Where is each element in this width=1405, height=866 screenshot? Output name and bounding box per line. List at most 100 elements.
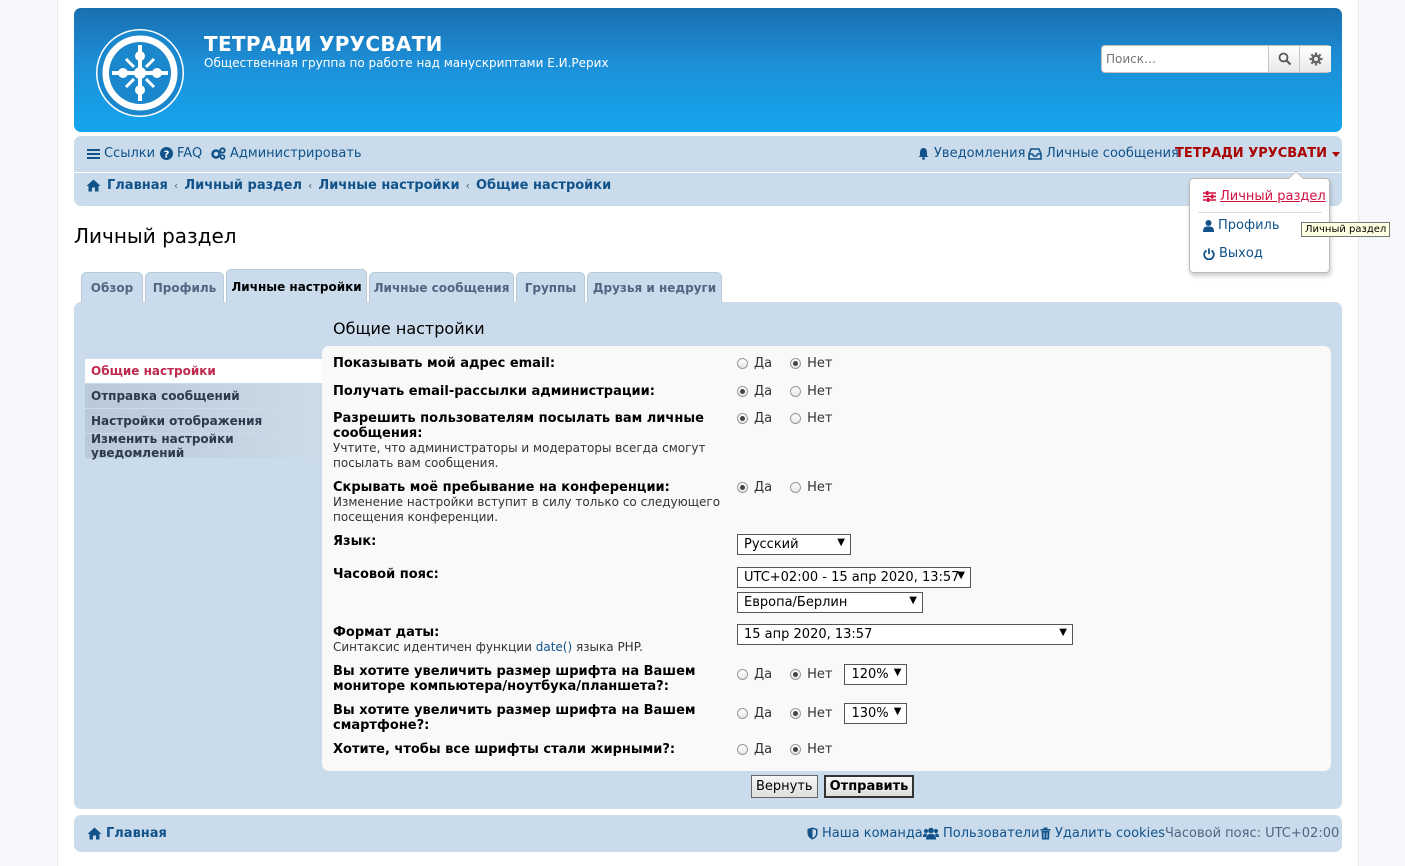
breadcrumb-prefs[interactable]: Личные настройки [318,178,459,193]
side-menu-general[interactable]: Общие настройки [85,359,322,383]
footer-home[interactable]: Главная [87,826,167,841]
footer-users[interactable]: Пользователи [923,826,1040,841]
setting-row-language: Язык: Русский ▼ [333,534,1323,555]
username: ТЕТРАДИ УРУСВАТИ [1175,146,1328,161]
radio-no[interactable] [790,413,802,424]
dropdown-item-logout[interactable]: Выход [1203,246,1263,261]
language-select-value: Русский [744,537,799,552]
reset-button[interactable]: Вернуть [751,775,818,798]
search-input[interactable] [1102,46,1274,72]
footer-timezone: Часовой пояс: UTC+02:00 [1165,826,1340,841]
question-circle-icon: ? [160,147,173,160]
menu-bars-icon [87,148,100,159]
radio-yes[interactable] [737,669,748,680]
side-menu-notifications[interactable]: Изменить настройки уведомлений [85,432,322,460]
footer-team[interactable]: Наша команда [807,826,923,841]
submit-button[interactable]: Отправить [823,775,915,798]
date-format-select-value: 15 апр 2020, 13:57 [744,627,873,642]
setting-row-admin-mail: Получать email-рассылки администрации: Д… [333,384,1323,399]
breadcrumb-home[interactable]: Главная [107,178,168,193]
language-select[interactable]: Русский ▼ [737,534,851,555]
radio-yes[interactable] [737,413,748,424]
radio-yes[interactable] [737,708,748,719]
home-icon [86,179,101,192]
breadcrumb-separator-icon: ‹ [465,179,470,192]
footer-delete-cookies[interactable]: Удалить cookies [1040,826,1165,841]
radio-group: Да Нет [737,480,844,495]
nav-notifications[interactable]: Уведомления [917,146,1025,161]
font-size-mobile-select[interactable]: 130% ▼ [844,703,908,724]
setting-row-hide-online: Скрывать моё пребывание на конференции: … [333,480,1323,525]
tab-friends-foes[interactable]: Друзья и недруги [587,272,722,302]
site-header: ТЕТРАДИ УРУСВАТИ Общественная группа по … [74,8,1342,132]
radio-no[interactable] [790,744,802,755]
dropdown-item-ucp[interactable]: Личный раздел [1203,189,1326,204]
radio-yes[interactable] [737,482,748,493]
site-logo[interactable] [96,29,184,117]
tab-preferences[interactable]: Личные настройки [226,269,367,303]
breadcrumb-ucp[interactable]: Личный раздел [184,178,302,193]
navbar-top-row: Ссылки ? FAQ Администрировать Уведомлени… [74,136,1342,173]
setting-row-font-mobile: Вы хотите увеличить размер шрифта на Ваш… [333,703,1323,733]
inbox-icon [1028,147,1042,160]
breadcrumb-separator-icon: ‹ [308,179,313,192]
users-icon [923,827,939,840]
radio-yes-label: Да [754,356,773,371]
nav-links-menu[interactable]: Ссылки [87,146,155,161]
side-menu-posting[interactable]: Отправка сообщений [85,384,322,408]
setting-label: Скрывать моё пребывание на конференции: [333,480,670,495]
timezone-select[interactable]: UTC+02:00 - 15 апр 2020, 13:57 ▼ [737,567,971,588]
shield-icon [807,827,818,840]
radio-yes[interactable] [737,358,748,369]
select-arrow-icon: ▼ [837,537,845,548]
nav-faq[interactable]: ? FAQ [160,146,202,161]
tab-groups[interactable]: Группы [516,272,585,302]
select-arrow-icon: ▼ [1059,627,1067,638]
font-size-mobile-value: 130% [851,706,889,721]
radio-no[interactable] [790,669,802,680]
site-title[interactable]: ТЕТРАДИ УРУСВАТИ [204,32,443,56]
radio-no-label: Нет [807,411,833,426]
radio-no-label: Нет [807,667,833,682]
tooltip: Личный раздел [1301,222,1391,237]
radio-group: Да Нет [737,384,844,399]
radio-no[interactable] [790,708,802,719]
radio-yes[interactable] [737,744,748,755]
font-size-desktop-value: 120% [851,667,889,682]
nav-private-messages[interactable]: Личные сообщения [1028,146,1179,161]
dropdown-item-profile[interactable]: Профиль [1203,218,1280,233]
tab-private-messages[interactable]: Личные сообщения [369,272,514,302]
side-menu-display[interactable]: Настройки отображения [85,409,322,433]
footer-users-label: Пользователи [943,826,1040,841]
nav-faq-label: FAQ [177,146,203,161]
radio-no[interactable] [790,358,802,369]
logo-emblem-icon [97,30,183,116]
panel-title: Общие настройки [333,319,485,338]
radio-no[interactable] [790,386,802,397]
user-menu-toggle[interactable]: ТЕТРАДИ УРУСВАТИ [1175,146,1341,161]
radio-no[interactable] [790,482,802,493]
tab-overview[interactable]: Обзор [81,272,143,302]
footer-delete-cookies-label: Удалить cookies [1055,826,1165,841]
dropdown-item-logout-label: Выход [1219,246,1263,261]
radio-yes-label: Да [754,706,773,721]
trash-icon [1040,827,1051,840]
nav-admin[interactable]: Администрировать [211,146,362,161]
tab-profile[interactable]: Профиль [145,272,224,302]
dropdown-divider [1198,212,1322,213]
footer-navbar: Главная Наша команда Пользователи Удалит… [74,815,1342,852]
search-button[interactable] [1268,46,1300,72]
advanced-search-button[interactable] [1299,46,1331,72]
setting-label: Получать email-рассылки администрации: [333,384,655,399]
radio-yes[interactable] [737,386,748,397]
radio-yes-label: Да [754,411,773,426]
timezone-region-value: Европа/Берлин [744,595,848,610]
date-format-select[interactable]: 15 апр 2020, 13:57 ▼ [737,624,1073,645]
dropdown-item-profile-label: Профиль [1218,218,1280,233]
font-size-desktop-select[interactable]: 120% ▼ [844,664,908,685]
breadcrumb-general[interactable]: Общие настройки [476,178,611,193]
timezone-select-value: UTC+02:00 - 15 апр 2020, 13:57 [744,570,960,585]
setting-label: Разрешить пользователям посылать вам лич… [333,411,704,441]
timezone-region-select[interactable]: Европа/Берлин ▼ [737,592,923,613]
date-function-link[interactable]: date() [536,640,572,654]
